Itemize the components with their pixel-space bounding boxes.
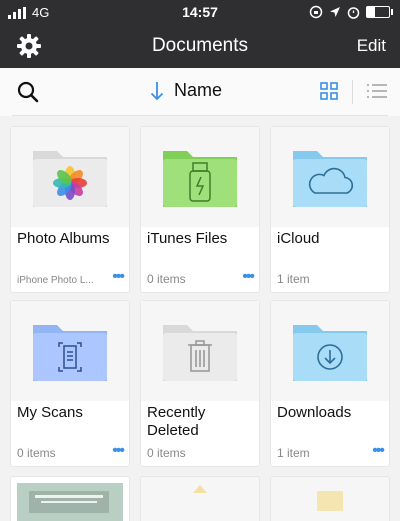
edit-button[interactable]: Edit: [357, 36, 386, 56]
image-thumbnail: [17, 483, 123, 521]
location-icon: [330, 7, 340, 17]
more-options-icon[interactable]: •••: [372, 442, 385, 460]
more-options-icon[interactable]: •••: [112, 442, 125, 460]
folder-tile-photo-albums[interactable]: Photo Albums iPhone Photo L... •••: [10, 126, 130, 293]
folder-thumbnail: [141, 301, 259, 401]
tile-name: iTunes Files: [147, 230, 228, 247]
file-tile-partial[interactable]: [140, 476, 260, 521]
tile-meta: 1 item: [277, 446, 310, 460]
toolbar-separator: [352, 80, 353, 104]
folder-tile-my-scans[interactable]: My Scans 0 items •••: [10, 300, 130, 467]
trash-folder-icon: [163, 325, 237, 381]
status-bar: 4G 14:57: [0, 0, 400, 24]
download-folder-icon: [293, 325, 367, 381]
list-view-icon[interactable]: [366, 82, 388, 100]
tile-name: iCloud: [277, 230, 320, 247]
page-title: Documents: [151, 35, 249, 56]
folder-tile-icloud[interactable]: iCloud 1 item: [270, 126, 390, 293]
tile-name: Recently Deleted: [147, 404, 206, 439]
sort-label: Name: [174, 80, 223, 100]
grid-view-icon[interactable]: [320, 82, 338, 100]
nav-bar: Documents Edit: [0, 24, 400, 68]
file-tile-partial[interactable]: [270, 476, 390, 521]
tile-name: Photo Albums: [17, 230, 110, 247]
status-right: [309, 5, 393, 19]
tile-name: My Scans: [17, 404, 83, 421]
file-thumbnail: [141, 477, 259, 521]
folder-tile-recently-deleted[interactable]: Recently Deleted 0 items: [140, 300, 260, 467]
tile-meta: 0 items: [17, 446, 56, 460]
orientation-lock-icon: [309, 5, 323, 19]
tile-meta: iPhone Photo L...: [17, 275, 94, 286]
folder-thumbnail: [141, 127, 259, 227]
folder-thumbnail: [11, 301, 129, 401]
more-options-icon[interactable]: •••: [112, 268, 125, 286]
scan-folder-icon: [33, 325, 107, 381]
toolbar: Name: [0, 68, 400, 116]
file-tile-partial[interactable]: [10, 476, 130, 521]
battery-icon: [366, 6, 393, 18]
photos-folder-icon: [33, 151, 107, 207]
tile-meta: 0 items: [147, 272, 186, 286]
alarm-icon: [347, 6, 360, 19]
folder-tile-itunes-files[interactable]: iTunes Files 0 items •••: [140, 126, 260, 293]
arrow-down-icon: [150, 81, 164, 100]
more-options-icon[interactable]: •••: [242, 268, 255, 286]
sort-control[interactable]: Name: [150, 80, 222, 101]
toolbar-divider: [12, 115, 388, 116]
tile-meta: 0 items: [147, 446, 186, 460]
folder-thumbnail: [11, 127, 129, 227]
folder-tile-downloads[interactable]: Downloads 1 item •••: [270, 300, 390, 467]
tile-name: Downloads: [277, 404, 352, 421]
usb-folder-icon: [163, 151, 237, 207]
file-thumbnail: [271, 477, 389, 521]
search-icon[interactable]: [16, 80, 40, 104]
folder-thumbnail: [271, 301, 389, 401]
cloud-folder-icon: [293, 151, 367, 207]
tile-meta: 1 item: [277, 272, 310, 286]
folder-thumbnail: [271, 127, 389, 227]
